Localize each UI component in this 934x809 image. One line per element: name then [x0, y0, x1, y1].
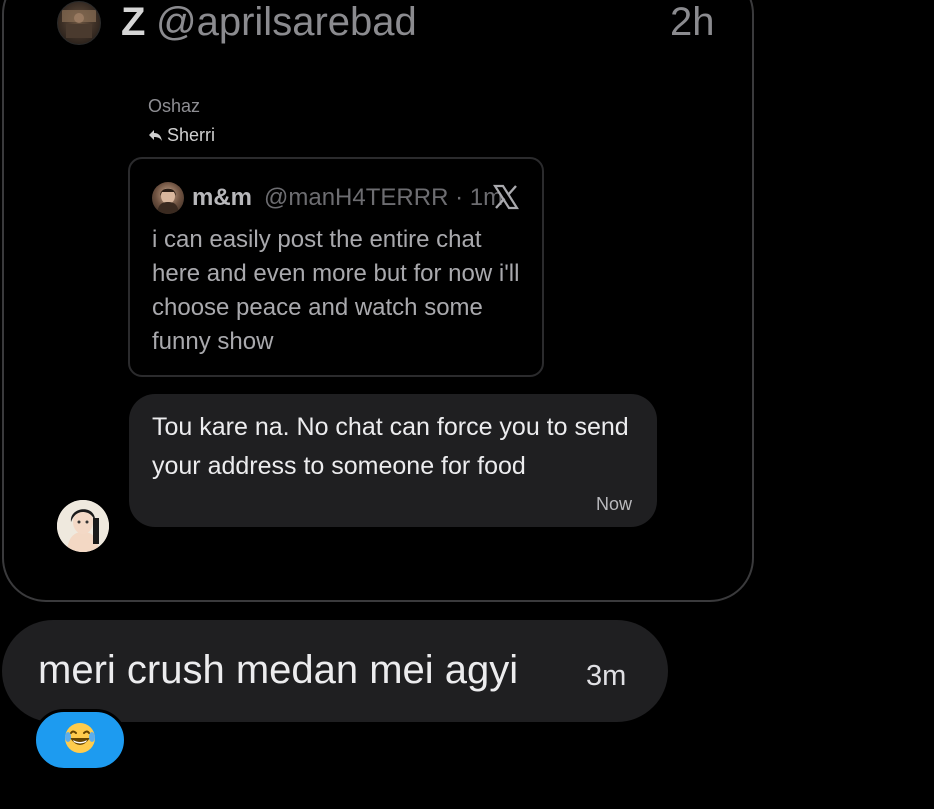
reply-message-bubble[interactable]: Tou kare na. No chat can force you to se…: [129, 394, 657, 527]
sender-avatar[interactable]: [57, 500, 109, 552]
quoted-author-name: m&m: [192, 184, 253, 211]
author-initial[interactable]: Z: [121, 0, 145, 44]
reply-to-name: Sherri: [167, 125, 216, 145]
message-reaction[interactable]: [33, 709, 127, 771]
reply-message-time: Now: [595, 494, 632, 514]
sender-name: Oshaz: [148, 96, 201, 116]
laughing-tears-icon: [62, 720, 98, 761]
message-time: 3m: [586, 660, 627, 692]
quoted-tweet[interactable]: m&m @manH4TERRR · 1m i can easily post t…: [128, 157, 544, 377]
message-bubble[interactable]: meri crush medan mei agyi 3m: [2, 620, 668, 722]
quoted-author-avatar: [152, 182, 184, 214]
reply-message-text: Tou kare na. No chat can force you to se…: [152, 413, 629, 480]
quoted-author-handle: @manH4TERRR · 1m: [264, 184, 504, 211]
shared-post-card[interactable]: Z @aprilsarebad 2h Oshaz Sherri m&m @man…: [2, 0, 754, 602]
quoted-tweet-text: i can easily post the entire chat here a…: [152, 226, 520, 355]
author-handle[interactable]: @aprilsarebad: [156, 0, 417, 44]
author-avatar[interactable]: [57, 1, 101, 45]
reply-to-label: Sherri: [148, 125, 215, 146]
reply-arrow-icon: [148, 129, 163, 142]
message-text: meri crush medan mei agyi: [38, 648, 519, 692]
x-logo-icon: [492, 183, 520, 216]
post-time: 2h: [670, 0, 715, 44]
